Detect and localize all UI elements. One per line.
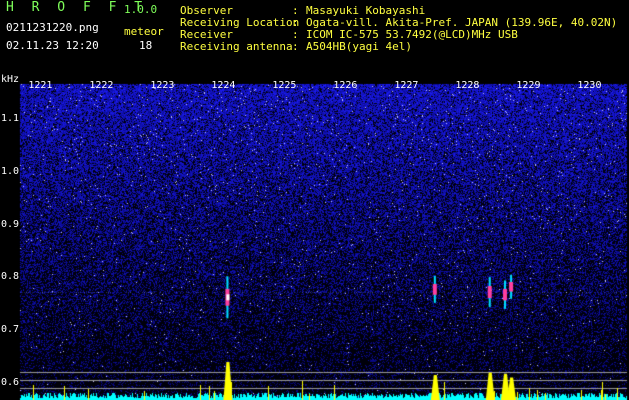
event-label: meteor	[124, 25, 164, 38]
x-tick-label: 1227	[394, 80, 419, 91]
y-unit-label: kHz	[1, 74, 20, 85]
datetime-label: 02.11.23 12:20	[6, 39, 99, 52]
y-tick-label: 0.6	[1, 376, 20, 388]
y-tick-label: 0.7	[1, 323, 20, 335]
y-tick-label: 1.1	[1, 113, 20, 125]
y-tick-label: 0.9	[1, 218, 20, 230]
field-antenna-label: Receiving antenna	[180, 40, 293, 53]
event-count: 18	[139, 39, 153, 52]
x-tick-label: 1230	[577, 80, 602, 91]
filename-label: 0211231220.png	[6, 21, 99, 34]
x-tick-label: 1226	[333, 80, 358, 91]
spectrogram-canvas	[0, 0, 629, 400]
y-tick-label: 0.8	[1, 271, 20, 283]
x-tick-label: 1221	[28, 80, 53, 91]
x-tick-label: 1229	[516, 80, 541, 91]
x-tick-label: 1225	[272, 80, 297, 91]
version-label: 1.0.0	[124, 3, 158, 16]
field-antenna-sep: :	[292, 40, 299, 53]
x-tick-label: 1223	[150, 80, 175, 91]
y-tick-label: 1.0	[1, 165, 20, 177]
field-antenna-value: A504HB(yagi 4el)	[306, 40, 412, 53]
x-tick-label: 1224	[211, 80, 236, 91]
x-tick-label: 1228	[455, 80, 480, 91]
x-tick-label: 1222	[89, 80, 114, 91]
